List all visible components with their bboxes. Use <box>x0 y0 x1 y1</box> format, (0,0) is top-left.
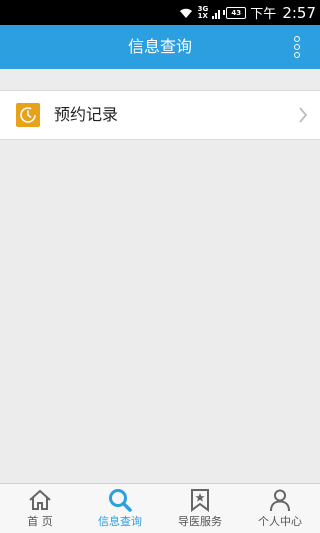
search-icon <box>109 489 132 512</box>
person-icon <box>270 489 290 512</box>
network-indicator: 3G 1X <box>197 5 209 20</box>
status-right-group: 3G 1X 43 下午 2:57 <box>178 0 316 25</box>
nav-item-info-query[interactable]: 信息查询 <box>80 484 160 533</box>
home-icon <box>29 489 51 510</box>
nav-item-guide-service[interactable]: 导医服务 <box>160 484 240 533</box>
clock-icon <box>16 103 40 127</box>
nav-label-guide-service: 导医服务 <box>178 515 222 528</box>
network-bottom-label: 1X <box>197 11 208 20</box>
battery-level: 43 <box>231 8 242 17</box>
more-vertical-icon[interactable] <box>292 36 302 58</box>
page-title: 信息查询 <box>127 37 192 56</box>
wifi-icon <box>179 8 192 18</box>
status-ampm: 下午 <box>250 7 277 22</box>
nav-label-personal-center: 个人中心 <box>258 515 302 528</box>
header-bar: 信息查询 <box>0 25 320 69</box>
status-time: 2:57 <box>282 3 316 22</box>
list-item-appointment-records[interactable]: 预约记录 <box>0 90 320 140</box>
signal-icon <box>212 9 221 19</box>
bookmark-star-icon <box>191 489 209 512</box>
status-bar: 3G 1X 43 下午 2:57 <box>0 0 320 25</box>
bottom-nav: 首 页 信息查询 导医服务 个人中心 <box>0 483 320 533</box>
battery-indicator: 43 <box>223 6 247 19</box>
nav-item-personal-center[interactable]: 个人中心 <box>240 484 320 533</box>
nav-label-info-query: 信息查询 <box>98 515 142 528</box>
nav-label-home: 首 页 <box>27 515 53 528</box>
chevron-right-icon <box>299 107 308 123</box>
nav-item-home[interactable]: 首 页 <box>0 484 80 533</box>
list-item-label: 预约记录 <box>54 105 119 124</box>
